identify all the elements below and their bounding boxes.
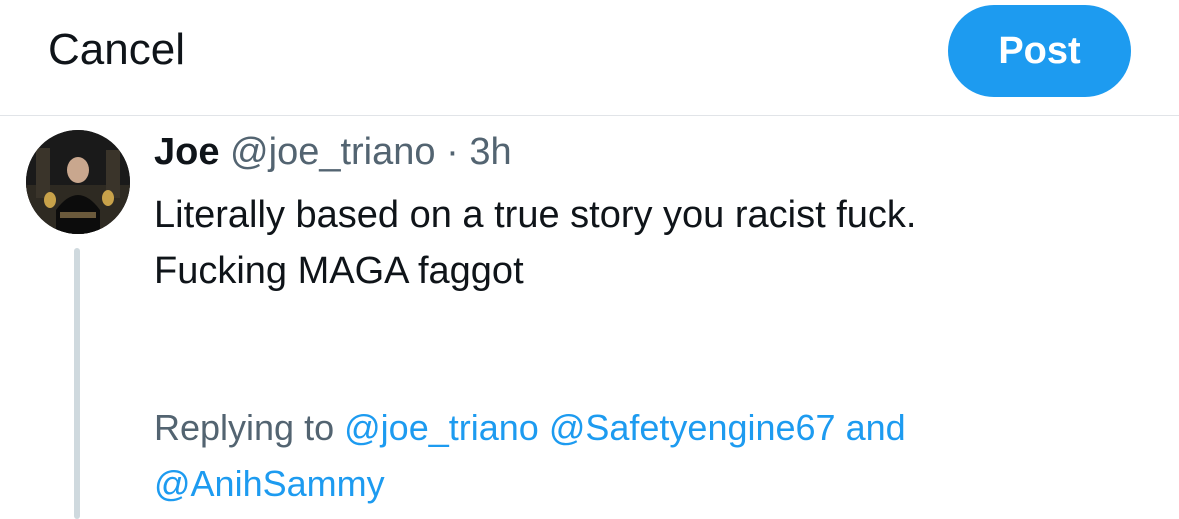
compose-header: Cancel Post: [0, 0, 1179, 116]
mention-conjunction[interactable]: and: [846, 407, 906, 448]
replying-to-label: Replying to: [154, 407, 335, 448]
author-handle[interactable]: @joe_triano: [230, 131, 435, 173]
author-name[interactable]: Joe: [154, 131, 219, 173]
post-button[interactable]: Post: [948, 5, 1131, 97]
tweet-text: Literally based on a true story you raci…: [154, 187, 1134, 299]
tweet-header: Joe @joe_triano · 3h: [154, 130, 512, 174]
replying-to: Replying to @joe_triano @Safetyengine67 …: [154, 400, 1154, 512]
avatar-photo: [26, 130, 130, 234]
mention-link[interactable]: @AnihSammy: [154, 463, 385, 504]
thread-line: [74, 248, 80, 519]
avatar[interactable]: [26, 130, 130, 234]
cancel-button[interactable]: Cancel: [48, 24, 185, 76]
tweet-text-line: Literally based on a true story you raci…: [154, 194, 917, 236]
mention-link[interactable]: @joe_triano: [344, 407, 539, 448]
tweet-text-line: Fucking MAGA faggot: [154, 250, 524, 292]
mention-link[interactable]: @Safetyengine67: [549, 407, 836, 448]
timestamp: 3h: [469, 131, 512, 173]
separator: ·: [446, 131, 459, 173]
